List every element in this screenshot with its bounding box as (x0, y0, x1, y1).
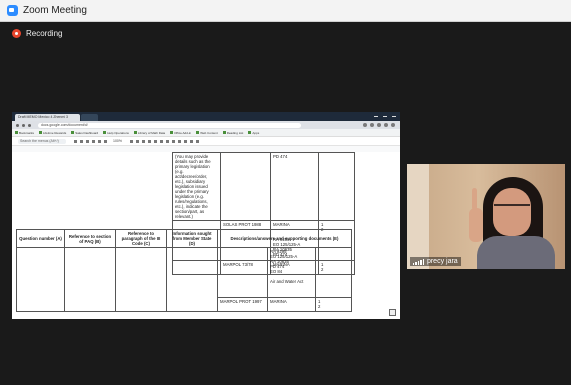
instrument-cell (220, 152, 271, 221)
participant-name-tag: precy jara (410, 257, 461, 266)
agency-line: Air and Water Act (270, 279, 304, 284)
header-question-number: Question number (A) (16, 229, 65, 248)
agency-cell: PD 474 (270, 152, 319, 221)
raised-hand (469, 208, 483, 242)
recording-label: Recording (26, 29, 63, 38)
extension-icons (363, 123, 395, 127)
browser-addressbar: docs.google.com/document/d/ (12, 121, 400, 129)
browser-tab[interactable]: Draft MEMO Mexico 4 Zhenmi 3 (15, 114, 80, 121)
glasses (494, 204, 530, 214)
header-code-paragraph: Reference to paragraph of the III Code (… (115, 229, 167, 248)
bookmark-item[interactable]: Office Add-in (170, 131, 191, 135)
back-icon[interactable] (16, 123, 19, 127)
new-tab-button[interactable] (81, 114, 98, 121)
bookmark-item[interactable]: Sales Dashboard (71, 131, 98, 135)
participant-body (477, 236, 555, 269)
forward-icon[interactable] (22, 123, 25, 127)
docs-toolbar: Search the menus (Alt+/) 100% (12, 137, 400, 146)
agency-cell: RA 9295 EO 125/125-A RA 10635 PD 474 EO 84 A… (267, 247, 316, 298)
participant-name: precy jara (426, 258, 458, 265)
num-line: 2 (318, 304, 321, 309)
main-table: Question number (A) Reference to section… (16, 229, 352, 312)
window-titlebar: Zoom Meeting (0, 0, 571, 22)
agency-cell: MARINA (267, 297, 316, 312)
agency-line: PD 474 (273, 154, 288, 159)
participant-video[interactable]: precy jara (407, 164, 565, 269)
bookmark-item[interactable]: Library of Math Data (133, 131, 165, 135)
header-paq-reference: Reference to section of PAQ (B) (64, 229, 116, 248)
info-line: relevant.) (175, 214, 193, 219)
window-title: Zoom Meeting (23, 5, 87, 16)
num-cell: 12 (315, 297, 352, 312)
bookmark-icon (196, 131, 200, 134)
bookmarks-bar: Bookmarks Lifetime Rewards Sales Dashboard… (12, 129, 400, 137)
bookmark-icon (170, 131, 174, 134)
bookmark-item[interactable]: Reading List (222, 131, 243, 135)
docs-format-icons (129, 139, 199, 143)
header-descriptions: Descriptions/answers and supporting docu… (217, 229, 352, 248)
header-information-sought: Information sought from Member State (D) (166, 229, 218, 248)
bookmark-item[interactable]: Apps (248, 131, 259, 135)
instrument-cell: MARPOL PROT 1997 (217, 297, 268, 312)
recording-indicator[interactable]: Recording (12, 29, 62, 38)
docs-zoom-value[interactable]: 100% (113, 139, 122, 143)
recording-icon (12, 29, 21, 38)
table-row: (You may provide details such as the prima… (172, 152, 355, 221)
raised-finger (472, 188, 477, 210)
bookmark-icon (103, 131, 107, 134)
bookmark-icon (15, 131, 18, 134)
document-page: (You may provide details such as the prima… (12, 152, 400, 319)
bookmark-icon (248, 131, 252, 134)
table-header-row: Question number (A) Reference to section… (16, 229, 352, 248)
docs-tool-icons (74, 139, 107, 143)
scroll-down-button[interactable] (389, 309, 396, 316)
bookmark-icon (71, 131, 75, 134)
browser-tabbar: Draft MEMO Mexico 4 Zhenmi 3 (12, 112, 400, 121)
connection-signal-icon (413, 258, 424, 265)
browser-window-controls (374, 116, 396, 117)
bookmark-icon (133, 131, 137, 134)
bookmark-icon (222, 131, 226, 134)
bookmark-icon (39, 131, 43, 134)
agency-line: MARINA (270, 299, 287, 304)
bookmark-item[interactable]: Bookmarks (15, 131, 34, 135)
docs-menu-search[interactable]: Search the menus (Alt+/) (18, 138, 66, 144)
reload-icon[interactable] (28, 123, 31, 127)
shared-screen: Draft MEMO Mexico 4 Zhenmi 3 docs.google… (12, 112, 400, 319)
table-row: RA 9295 EO 125/125-A RA 10635 PD 474 EO 84 A… (16, 247, 352, 312)
bookmark-item[interactable]: Web Content (196, 131, 218, 135)
bookmark-item[interactable]: Help Operations (103, 131, 129, 135)
zoom-app-icon (7, 5, 18, 16)
bookmark-item[interactable]: Lifetime Rewards (39, 131, 66, 135)
url-field[interactable]: docs.google.com/document/d/ (38, 122, 301, 128)
info-cell: (You may provide details such as the prima… (172, 152, 221, 221)
num-cell (318, 152, 355, 221)
